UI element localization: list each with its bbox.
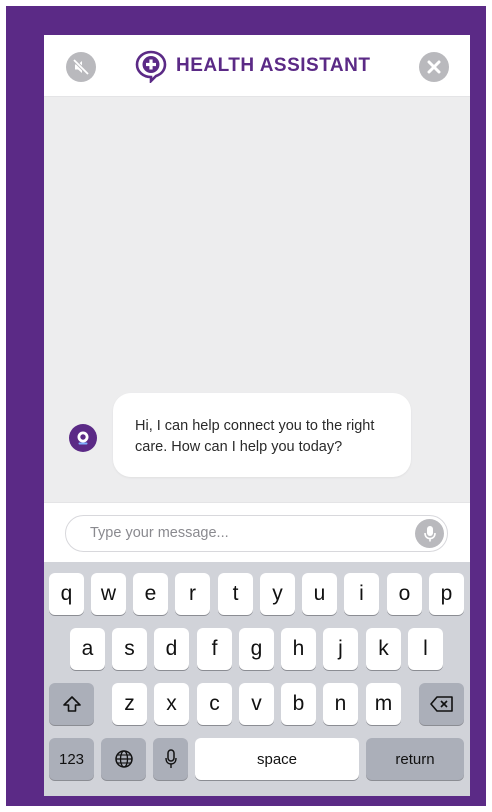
- key-s[interactable]: s: [112, 628, 147, 670]
- speaker-muted-icon: [72, 58, 90, 76]
- dictation-key[interactable]: [153, 738, 188, 780]
- globe-key[interactable]: [101, 738, 146, 780]
- globe-icon: [114, 750, 133, 768]
- key-v[interactable]: v: [239, 683, 274, 725]
- key-f[interactable]: f: [197, 628, 232, 670]
- message-text: Hi, I can help connect you to the right …: [135, 418, 375, 455]
- key-l[interactable]: l: [408, 628, 443, 670]
- return-key[interactable]: return: [366, 738, 464, 780]
- key-r[interactable]: r: [175, 573, 210, 615]
- message-composer: Type your message...: [44, 502, 470, 563]
- chat-header: HEALTH ASSISTANT: [44, 35, 470, 97]
- key-u[interactable]: u: [302, 573, 337, 615]
- chat-window: HEALTH ASSISTANT Hi, I can help connect …: [44, 35, 470, 796]
- header-title: HEALTH ASSISTANT: [134, 49, 370, 83]
- assistant-avatar: [69, 424, 97, 452]
- close-icon: [427, 60, 441, 74]
- key-b[interactable]: b: [281, 683, 316, 725]
- key-w[interactable]: w: [91, 573, 126, 615]
- key-k[interactable]: k: [366, 628, 401, 670]
- key-t[interactable]: t: [218, 573, 253, 615]
- key-x[interactable]: x: [154, 683, 189, 725]
- shift-icon: [62, 696, 81, 712]
- key-a[interactable]: a: [70, 628, 105, 670]
- key-d[interactable]: d: [154, 628, 189, 670]
- onscreen-keyboard: q w e r t y u i o p a s d f g h j k l z …: [44, 562, 470, 796]
- assistant-avatar-icon: [77, 431, 89, 445]
- key-j[interactable]: j: [323, 628, 358, 670]
- page-title: HEALTH ASSISTANT: [176, 55, 371, 76]
- chat-bubble-plus-icon: [135, 50, 167, 83]
- shift-key[interactable]: [49, 683, 94, 725]
- microphone-icon: [423, 525, 436, 541]
- close-button[interactable]: [419, 52, 449, 82]
- space-key[interactable]: space: [195, 738, 359, 780]
- key-h[interactable]: h: [281, 628, 316, 670]
- key-c[interactable]: c: [197, 683, 232, 725]
- key-n[interactable]: n: [323, 683, 358, 725]
- message-input[interactable]: Type your message...: [65, 515, 448, 552]
- backspace-icon: [429, 696, 453, 712]
- key-i[interactable]: i: [344, 573, 379, 615]
- backspace-key[interactable]: [419, 683, 464, 725]
- voice-input-button[interactable]: [415, 519, 444, 548]
- key-e[interactable]: e: [133, 573, 168, 615]
- key-y[interactable]: y: [260, 573, 295, 615]
- message-input-placeholder: Type your message...: [90, 525, 229, 541]
- app-frame: HEALTH ASSISTANT Hi, I can help connect …: [6, 6, 486, 806]
- key-o[interactable]: o: [387, 573, 422, 615]
- key-z[interactable]: z: [112, 683, 147, 725]
- mute-button[interactable]: [66, 52, 96, 82]
- assistant-message-bubble: Hi, I can help connect you to the right …: [113, 393, 411, 477]
- key-g[interactable]: g: [239, 628, 274, 670]
- key-q[interactable]: q: [49, 573, 84, 615]
- dictation-microphone-icon: [164, 749, 177, 768]
- numbers-key[interactable]: 123: [49, 738, 94, 780]
- key-m[interactable]: m: [366, 683, 401, 725]
- key-p[interactable]: p: [429, 573, 464, 615]
